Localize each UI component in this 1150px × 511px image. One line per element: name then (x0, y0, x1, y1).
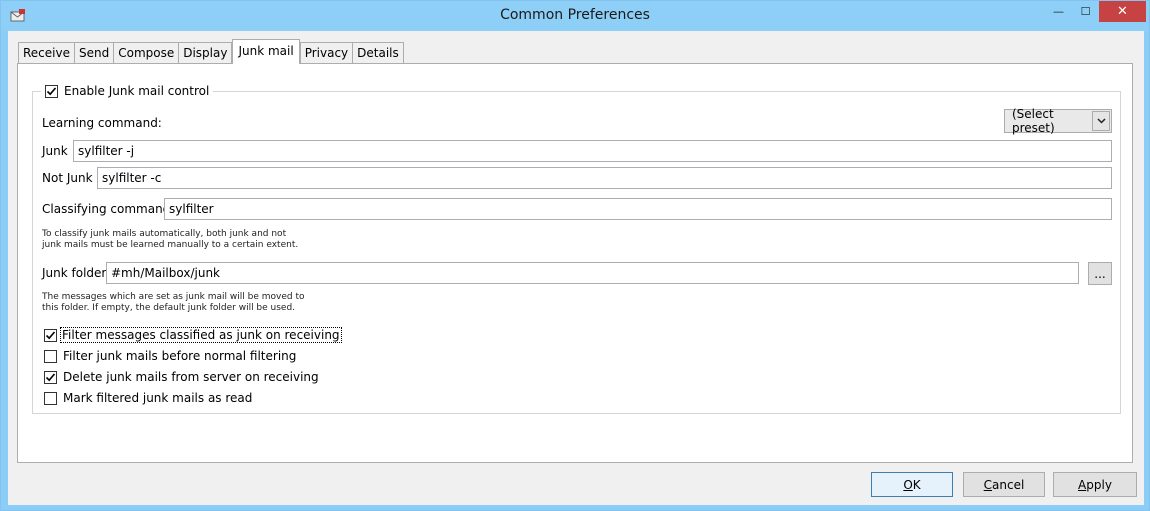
classify-hint-line-2: junk mails must be learned manually to a… (42, 240, 299, 250)
classify-hint-line-1: To classify junk mails automatically, bo… (42, 229, 287, 239)
tab-junk-mail[interactable]: Junk mail (232, 39, 300, 64)
maximize-button[interactable]: ☐ (1072, 1, 1099, 22)
cancel-button[interactable]: Cancel (963, 472, 1045, 497)
option-checkbox[interactable] (44, 349, 57, 363)
minimize-button[interactable]: — (1045, 1, 1072, 22)
option-filter-on-receive[interactable]: Filter messages classified as junk on re… (44, 327, 342, 343)
option-label: Filter messages classified as junk on re… (60, 327, 342, 343)
classifying-command-label: Classifying command (42, 202, 171, 216)
maximize-icon: ☐ (1080, 5, 1091, 18)
tab-strip: Receive Send Compose Display Junk mail P… (18, 39, 404, 64)
title-bar[interactable]: Common Preferences — ☐ ✕ (1, 1, 1149, 31)
junk-folder-input[interactable]: #mh/Mailbox/junk (106, 262, 1079, 284)
option-checkbox[interactable] (44, 391, 57, 405)
close-icon: ✕ (1117, 4, 1128, 19)
dialog-client: Receive Send Compose Display Junk mail P… (8, 31, 1144, 505)
not-junk-command-label: Not Junk (42, 171, 93, 185)
ok-button-label: OK (903, 477, 921, 492)
tab-send[interactable]: Send (73, 42, 115, 64)
folder-hint-line-2: this folder. If empty, the default junk … (42, 303, 296, 313)
enable-junk-checkbox[interactable] (45, 84, 58, 98)
option-label: Mark filtered junk mails as read (63, 391, 253, 405)
close-button[interactable]: ✕ (1099, 1, 1146, 22)
junk-mail-panel: Enable Junk mail control Learning comman… (17, 63, 1133, 463)
enable-junk-label: Enable Junk mail control (64, 84, 210, 98)
option-filter-before-normal[interactable]: Filter junk mails before normal filterin… (44, 349, 296, 363)
tab-details[interactable]: Details (352, 42, 404, 64)
apply-button-label: Apply (1078, 477, 1112, 492)
preset-select-value: (Select preset) (1012, 107, 1055, 135)
tab-privacy[interactable]: Privacy (299, 42, 354, 64)
junk-command-input[interactable]: sylfilter -j (73, 140, 1112, 162)
junk-command-label: Junk (42, 144, 68, 158)
option-delete-from-server[interactable]: Delete junk mails from server on receivi… (44, 370, 319, 384)
option-checkbox[interactable] (44, 370, 57, 384)
not-junk-command-input[interactable]: sylfilter -c (97, 167, 1112, 189)
apply-button[interactable]: Apply (1053, 472, 1137, 497)
preferences-window: Common Preferences — ☐ ✕ Receive Send Co… (0, 0, 1150, 511)
junk-folder-label: Junk folder (42, 266, 107, 280)
checkmark-icon (45, 372, 56, 381)
tab-receive[interactable]: Receive (18, 42, 75, 64)
enable-junk-control[interactable]: Enable Junk mail control (41, 84, 214, 98)
browse-folder-button[interactable]: ... (1088, 262, 1112, 285)
chevron-down-icon[interactable] (1092, 111, 1110, 131)
option-checkbox[interactable] (44, 328, 57, 342)
ok-button[interactable]: OK (871, 472, 953, 497)
checkmark-icon (46, 86, 57, 95)
folder-hint-line-1: The messages which are set as junk mail … (42, 292, 305, 302)
tab-display[interactable]: Display (178, 42, 233, 64)
option-label: Delete junk mails from server on receivi… (63, 370, 319, 384)
preset-select[interactable]: (Select preset) (1004, 107, 1112, 135)
option-mark-as-read[interactable]: Mark filtered junk mails as read (44, 391, 252, 405)
checkmark-icon (45, 330, 56, 339)
junk-control-group: Enable Junk mail control Learning comman… (32, 84, 1121, 414)
option-label: Filter junk mails before normal filterin… (63, 349, 297, 363)
classify-hint: To classify junk mails automatically, bo… (42, 229, 298, 251)
window-title: Common Preferences (500, 7, 650, 23)
classifying-command-input[interactable]: sylfilter (164, 198, 1112, 220)
folder-hint: The messages which are set as junk mail … (42, 292, 304, 314)
minimize-icon: — (1053, 5, 1064, 18)
cancel-button-label: Cancel (983, 477, 1025, 492)
tab-compose[interactable]: Compose (113, 42, 180, 64)
learning-command-label: Learning command: (42, 116, 162, 130)
